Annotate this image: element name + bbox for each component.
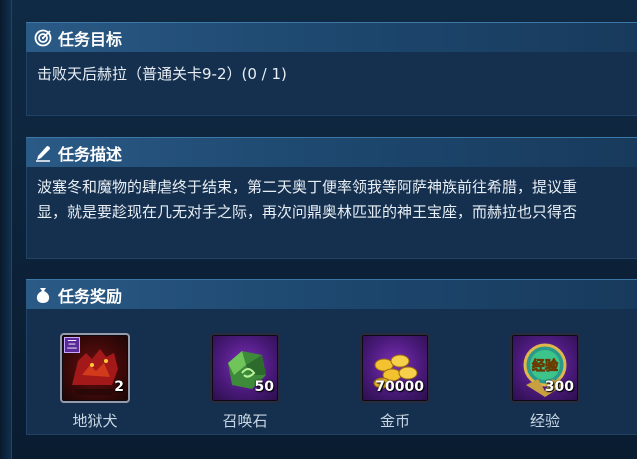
reward-name: 召唤石 xyxy=(222,412,268,430)
task-description-section: 任务描述 波塞冬和魔物的肆虐终于结束，第二天奥丁便率领我等阿萨神族前往希腊，提议… xyxy=(26,137,637,259)
reward-item-exp[interactable]: 经验 300 经验 xyxy=(505,333,585,434)
task-description-title: 任务描述 xyxy=(58,144,123,164)
target-icon xyxy=(34,29,52,47)
money-bag-icon xyxy=(34,286,52,304)
reward-name: 地狱犬 xyxy=(72,412,118,430)
task-reward-title: 任务奖励 xyxy=(58,286,123,306)
description-line-1: 波塞冬和魔物的肆虐终于结束，第二天奥丁便率领我等阿萨神族前往希腊，提议重 xyxy=(37,178,578,196)
reward-item-summon-stone[interactable]: 50 召唤石 xyxy=(205,333,285,434)
task-target-section: 任务目标 击败天后赫拉（普通关卡9-2）(0 / 1) xyxy=(26,22,637,116)
task-description-body: 波塞冬和魔物的肆虐终于结束，第二天奥丁便率领我等阿萨神族前往希腊，提议重 显，就… xyxy=(26,167,637,259)
exp-badge-icon: 经验 300 xyxy=(510,333,580,403)
hellhound-icon: 三 2 xyxy=(60,333,130,403)
reward-name: 金币 xyxy=(379,412,410,430)
reward-count: 50 xyxy=(254,379,274,395)
task-target-title: 任务目标 xyxy=(58,29,123,49)
task-target-header: 任务目标 xyxy=(26,22,637,52)
reward-name: 经验 xyxy=(529,412,560,430)
reward-count: 70000 xyxy=(375,379,424,395)
description-line-2: 显，就是要趁现在几无对手之际，再次问鼎奥林匹亚的神王宝座，而赫拉也只得否 xyxy=(37,203,578,221)
task-target-body: 击败天后赫拉（普通关卡9-2）(0 / 1) xyxy=(26,52,637,116)
reward-count: 300 xyxy=(544,379,574,395)
task-description-header: 任务描述 xyxy=(26,137,637,167)
tier-badge: 三 xyxy=(64,337,80,353)
reward-item-gold[interactable]: 70000 金币 xyxy=(355,333,435,434)
reward-count: 2 xyxy=(114,379,124,395)
task-target-text: 击败天后赫拉（普通关卡9-2）(0 / 1) xyxy=(37,65,287,83)
task-reward-header: 任务奖励 xyxy=(26,279,637,309)
task-reward-body: 三 2 地狱犬 50 召唤石 70000 金币 经验 300 经验 xyxy=(26,309,637,435)
reward-item-hellhound[interactable]: 三 2 地狱犬 xyxy=(55,333,135,434)
left-rail xyxy=(0,0,12,459)
task-reward-section: 任务奖励 三 2 地狱犬 50 召唤石 70000 金币 经验 300 经验 xyxy=(26,279,637,435)
gold-coins-icon: 70000 xyxy=(360,333,430,403)
summon-stone-icon: 50 xyxy=(210,333,280,403)
exp-badge-text: 经验 xyxy=(532,358,559,374)
quill-icon xyxy=(34,144,52,162)
